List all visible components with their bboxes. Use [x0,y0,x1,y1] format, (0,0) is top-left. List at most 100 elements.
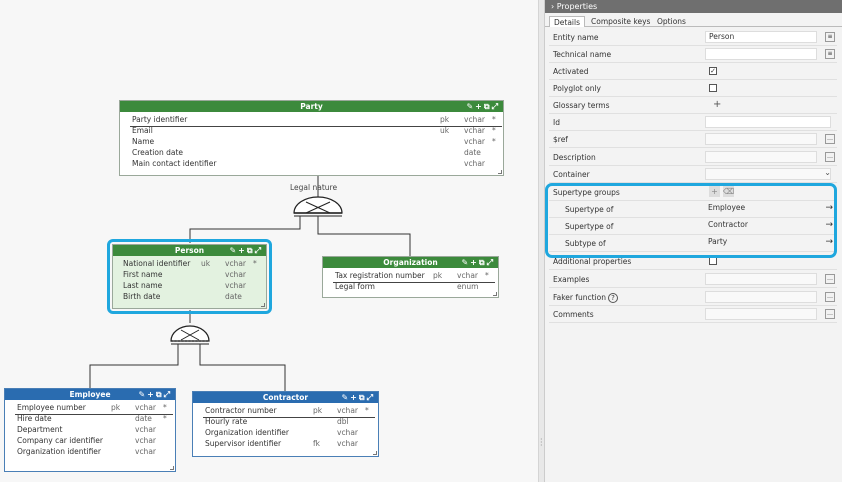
activated-checkbox[interactable]: ✓ [709,67,717,75]
more-icon[interactable]: … [825,152,835,162]
tab-composite-keys[interactable]: Composite keys [587,16,654,27]
edit-icon[interactable]: ≡ [825,49,835,59]
attribute-type: vchar [225,281,246,290]
entity-header[interactable]: Contractor ✎+⧉⤢ [193,392,378,403]
tab-details[interactable]: Details [549,16,586,27]
attribute-row[interactable]: Department vchar [5,424,175,435]
attribute-row[interactable]: Name vchar * [120,136,503,147]
pk-separator [130,126,502,127]
add-icon[interactable]: + [713,99,721,110]
attribute-row[interactable]: First name vchar [113,269,266,280]
attribute-name: Main contact identifier [132,159,217,168]
entity-toolbar-icons[interactable]: ✎+⧉⤢ [138,389,172,400]
container-label: Container [553,170,590,179]
entity-header[interactable]: Organization ✎+⧉⤢ [323,257,498,268]
properties-header[interactable]: › Properties [545,0,842,13]
attribute-name: Organization identifier [205,428,289,437]
more-icon[interactable]: … [825,292,835,302]
entity-person[interactable]: Person ✎+⧉⤢ National identifier uk vchar * F… [112,244,267,309]
attribute-row[interactable]: Organization identifier vchar [193,427,378,438]
attribute-type: vchar [135,447,156,456]
entity-toolbar-icons[interactable]: ✎+⧉⤢ [466,101,500,112]
attribute-row[interactable]: Birth date date [113,291,266,302]
attribute-row[interactable]: Company car identifier vchar [5,435,175,446]
entity-header[interactable]: Employee ✎+⧉⤢ [5,389,175,400]
attribute-type: vchar [337,406,358,415]
id-row: Id [549,114,837,131]
pk-separator [15,414,173,415]
attribute-type: vchar [135,436,156,445]
attribute-row[interactable]: Last name vchar [113,280,266,291]
attribute-type: vchar [337,439,358,448]
attribute-row[interactable]: Main contact identifier vchar [120,158,503,169]
resize-handle[interactable] [170,466,174,470]
attribute-row[interactable]: Supervisor identifier fk vchar [193,438,378,449]
entity-header[interactable]: Party ✎+⧉⤢ [120,101,503,112]
help-icon[interactable]: ? [608,293,619,303]
tab-options[interactable]: Options [653,16,690,27]
pk-separator [203,417,375,418]
more-icon[interactable]: … [825,309,835,319]
examples-label: Examples [553,275,590,284]
additional-label: Additional properties [553,257,632,266]
more-icon[interactable]: … [825,134,835,144]
container-row: Container ⌄ [549,166,837,183]
attribute-name: Company car identifier [17,436,103,445]
entity-name-row: Entity name Person ≡ [549,29,837,46]
additional-checkbox[interactable] [709,257,717,265]
examples-row: Examples … [549,271,837,288]
ref-input[interactable] [705,133,817,145]
attribute-key: pk [433,271,443,280]
id-input[interactable] [705,116,831,128]
attribute-row[interactable]: Creation date date [120,147,503,158]
diagram-canvas[interactable]: Party ✎+⧉⤢ Party identifier pk vchar * Email… [0,0,538,482]
entity-contractor[interactable]: Contractor ✎+⧉⤢ Contractor number pk vchar… [192,391,379,457]
entity-title: Party [300,102,323,111]
glossary-row: Glossary terms + [549,97,837,114]
description-input[interactable] [705,151,817,163]
resize-handle[interactable] [373,451,377,455]
entity-employee[interactable]: Employee ✎+⧉⤢ Employee number pk vchar * Hir… [4,388,176,472]
attribute-req: * [365,406,369,415]
container-select[interactable] [705,168,831,180]
entity-party[interactable]: Party ✎+⧉⤢ Party identifier pk vchar * Email… [119,100,504,176]
splitter-grip-icon[interactable]: · · · [540,436,543,450]
attribute-name: Last name [123,281,163,290]
entity-header[interactable]: Person ✎+⧉⤢ [113,245,266,256]
entity-toolbar-icons[interactable]: ✎+⧉⤢ [461,257,495,268]
attribute-key: pk [313,406,323,415]
description-label: Description [553,153,596,162]
attribute-row[interactable]: Tax registration number pk vchar * [323,270,498,281]
comments-input[interactable] [705,308,817,320]
polyglot-row: Polyglot only [549,80,837,97]
attribute-row[interactable]: Employee number pk vchar * [5,402,175,413]
comments-label: Comments [553,310,594,319]
attribute-req: * [163,403,167,412]
examples-input[interactable] [705,273,817,285]
faker-input[interactable] [705,291,817,303]
attribute-type: vchar [225,270,246,279]
entity-toolbar-icons[interactable]: ✎+⧉⤢ [229,245,263,256]
resize-handle[interactable] [261,303,265,307]
resize-handle[interactable] [498,170,502,174]
edit-icon[interactable]: ≡ [825,32,835,42]
entity-toolbar-icons[interactable]: ✎+⧉⤢ [341,392,375,403]
attribute-name: Supervisor identifier [205,439,282,448]
attribute-row[interactable]: National identifier uk vchar * [113,258,266,269]
attribute-row[interactable]: Organization identifier vchar [5,446,175,457]
chevron-right-icon[interactable]: › [551,2,554,11]
attribute-name: Party identifier [132,115,188,124]
entity-name-input[interactable]: Person [705,31,817,43]
attribute-row[interactable]: Party identifier pk vchar * [120,114,503,125]
entity-organization[interactable]: Organization ✎+⧉⤢ Tax registration numbe… [322,256,499,298]
resize-handle[interactable] [493,292,497,296]
polyglot-label: Polyglot only [553,84,601,93]
id-label: Id [553,118,560,127]
more-icon[interactable]: … [825,274,835,284]
polyglot-checkbox[interactable] [709,84,717,92]
attribute-req: * [253,259,257,268]
technical-name-input[interactable] [705,48,817,60]
ref-row: $ref … [549,131,837,148]
chevron-down-icon[interactable]: ⌄ [824,168,831,177]
attribute-row[interactable]: Contractor number pk vchar * [193,405,378,416]
